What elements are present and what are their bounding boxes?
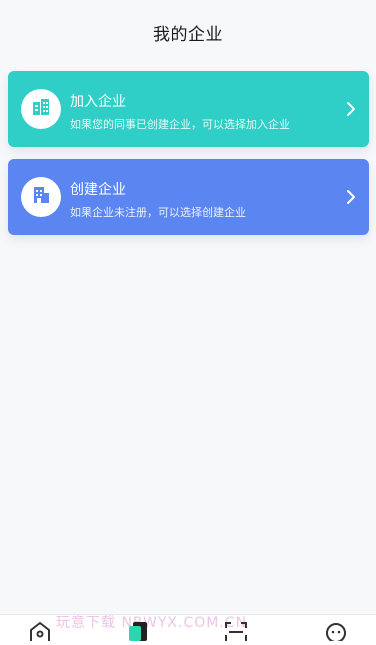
tab-cards[interactable] bbox=[124, 621, 154, 645]
join-card-title: 加入企业 bbox=[70, 94, 126, 110]
page-title: 我的企业 bbox=[153, 25, 223, 45]
create-card-title: 创建企业 bbox=[70, 182, 126, 198]
home-icon bbox=[28, 621, 52, 645]
create-company-card[interactable]: 创建企业 如果企业未注册，可以选择创建企业 bbox=[8, 159, 369, 235]
join-badge bbox=[21, 89, 61, 129]
join-card-description: 如果您的同事已创建企业，可以选择加入企业 bbox=[70, 118, 290, 131]
buildings-icon bbox=[30, 96, 52, 122]
join-company-card[interactable]: 加入企业 如果您的同事已创建企业，可以选择加入企业 bbox=[8, 71, 369, 147]
tab-scan[interactable] bbox=[221, 621, 251, 645]
create-card-description: 如果企业未注册，可以选择创建企业 bbox=[70, 206, 246, 219]
chevron-right-icon bbox=[345, 99, 357, 119]
chevron-right-icon bbox=[345, 187, 357, 207]
building-icon bbox=[30, 184, 52, 210]
cards-icon bbox=[127, 621, 151, 645]
tab-profile[interactable] bbox=[321, 623, 351, 645]
tab-home[interactable] bbox=[25, 621, 55, 645]
profile-icon bbox=[324, 621, 348, 645]
bottom-tab-bar: 玩意下载 NBWYX.COM.CN bbox=[0, 614, 376, 645]
scan-icon bbox=[224, 621, 248, 645]
create-badge bbox=[21, 177, 61, 217]
